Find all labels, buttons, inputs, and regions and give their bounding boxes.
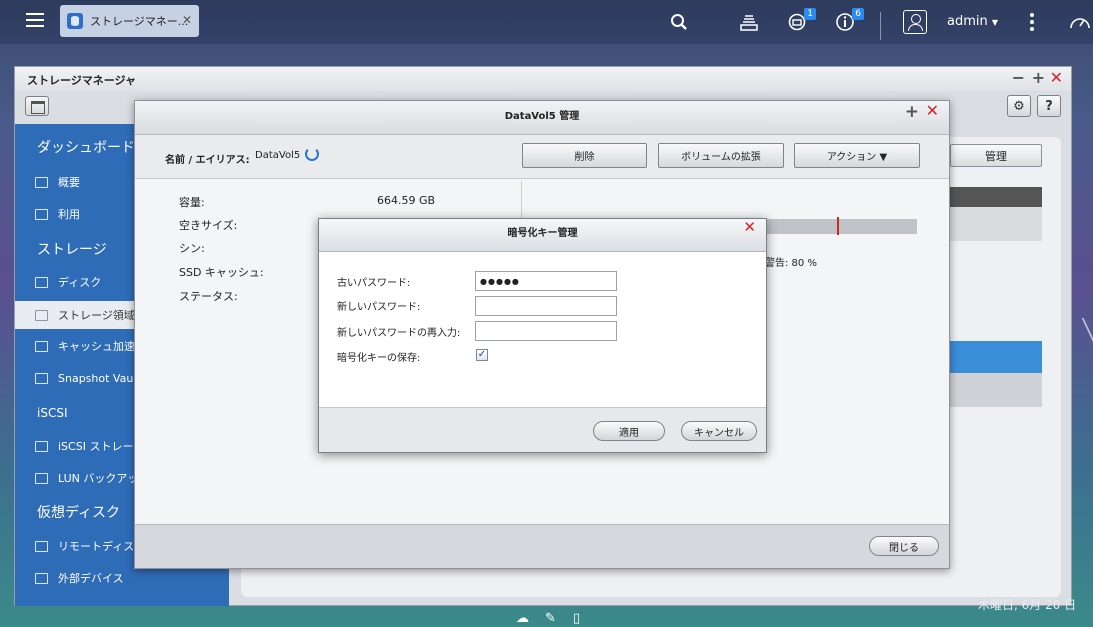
manage-button[interactable]: 管理 bbox=[950, 144, 1042, 167]
thin-label: シン: bbox=[179, 242, 205, 255]
usage-bar bbox=[765, 219, 917, 234]
sidebar-item-label: Snapshot Vault bbox=[58, 371, 141, 385]
dialog-footer: 閉じる bbox=[135, 524, 949, 568]
user-menu[interactable]: admin ▼ bbox=[947, 14, 998, 29]
close-icon[interactable]: ✕ bbox=[182, 13, 192, 27]
capacity-bar-header bbox=[950, 187, 1042, 207]
book-icon[interactable]: ▯ bbox=[573, 611, 580, 626]
external-device-icon bbox=[35, 572, 48, 584]
info-icon[interactable]: 6 bbox=[834, 8, 864, 35]
old-password-value: ●●●●● bbox=[480, 276, 520, 286]
encryption-key-dialog: 暗号化キー管理 ✕ 古いパスワード: ●●●●● 新しいパスワード: 新しいパス… bbox=[318, 218, 767, 453]
storage-manager-icon bbox=[67, 13, 83, 29]
tools-icon[interactable]: ✎ bbox=[545, 611, 556, 626]
new-password-label: 新しいパスワード: bbox=[337, 302, 421, 313]
sidebar-item-label: 利用 bbox=[58, 208, 80, 221]
close-button[interactable]: 閉じる bbox=[869, 536, 939, 556]
maximize-icon[interactable]: + bbox=[905, 102, 919, 122]
dialog-title: DataVol5 管理 bbox=[504, 111, 580, 122]
action-dropdown[interactable]: アクション ▼ bbox=[794, 143, 920, 168]
maximize-icon[interactable]: + bbox=[1032, 68, 1045, 87]
expand-volume-button[interactable]: ボリュームの拡張 bbox=[658, 143, 784, 168]
apply-button[interactable]: 適用 bbox=[593, 421, 665, 441]
sidebar-item-label: リモートディスク bbox=[58, 540, 146, 553]
notification-badge: 1 bbox=[804, 8, 816, 20]
toggle-view-icon[interactable] bbox=[25, 96, 49, 116]
dashboard-gauge-icon[interactable] bbox=[1068, 9, 1092, 35]
chart-icon bbox=[35, 208, 48, 220]
more-options-icon[interactable] bbox=[1030, 13, 1034, 31]
cancel-button[interactable]: キャンセル bbox=[681, 421, 757, 441]
sidebar-item-label: ディスク bbox=[58, 276, 102, 289]
selected-volume-row[interactable] bbox=[950, 341, 1042, 373]
overview-icon bbox=[35, 176, 48, 188]
capacity-label: 容量: bbox=[179, 196, 205, 209]
main-menu-icon[interactable] bbox=[20, 6, 50, 34]
taskbar-divider bbox=[880, 12, 881, 40]
dialog-titlebar: 暗号化キー管理 ✕ bbox=[319, 218, 766, 252]
volume-row[interactable] bbox=[950, 373, 1042, 407]
window-titlebar: ストレージマネージャ − + ✕ bbox=[15, 67, 1071, 91]
help-icon[interactable]: ? bbox=[1037, 95, 1061, 117]
dialog-titlebar: DataVol5 管理 + ✕ bbox=[135, 101, 949, 135]
delete-button[interactable]: 削除 bbox=[522, 143, 647, 168]
save-key-label: 暗号化キーの保存: bbox=[337, 353, 421, 364]
backup-icon bbox=[35, 472, 48, 484]
next-page-icon[interactable] bbox=[1069, 318, 1093, 358]
save-key-checkbox[interactable]: ✓ bbox=[476, 349, 488, 361]
window-title: ストレージマネージャ bbox=[27, 74, 137, 87]
name-alias-label: 名前 / エイリアス: bbox=[165, 155, 250, 166]
storage-space-icon bbox=[35, 309, 48, 321]
taskbar-app-tab[interactable]: ストレージマネー... ✕ bbox=[60, 5, 199, 37]
date-display: 木曜日, 6月 20 日 bbox=[978, 598, 1077, 612]
settings-icon[interactable]: ⚙ bbox=[1007, 95, 1031, 117]
close-icon[interactable]: ✕ bbox=[926, 101, 939, 120]
close-icon[interactable]: ✕ bbox=[743, 218, 756, 236]
capacity-bar-row bbox=[950, 207, 1042, 241]
cloud-icon[interactable]: ☁ bbox=[516, 611, 529, 626]
taskbar: ストレージマネー... ✕ 1 6 admin ▼ bbox=[0, 0, 1093, 44]
sidebar-item-label: iSCSI ストレージ bbox=[58, 440, 145, 453]
sidebar-item-label: 概要 bbox=[58, 176, 80, 189]
sidebar-item-label: キャッシュ加速 bbox=[58, 340, 135, 353]
free-size-label: 空きサイズ: bbox=[179, 219, 238, 232]
snapshot-icon bbox=[35, 372, 48, 384]
user-icon[interactable] bbox=[903, 10, 927, 34]
confirm-password-field[interactable] bbox=[475, 321, 617, 341]
dialog-footer: 適用 キャンセル bbox=[319, 407, 766, 452]
disk-icon bbox=[35, 276, 48, 288]
ssd-cache-label: SSD キャッシュ: bbox=[179, 266, 264, 279]
cache-icon bbox=[35, 340, 48, 352]
new-password-field[interactable] bbox=[475, 296, 617, 316]
dialog-title: 暗号化キー管理 bbox=[507, 228, 578, 239]
capacity-value: 664.59 GB bbox=[377, 194, 436, 207]
close-icon[interactable]: ✕ bbox=[1050, 68, 1063, 87]
refresh-icon[interactable] bbox=[305, 147, 319, 161]
warning-threshold-text: 警告: 80 % bbox=[765, 258, 817, 269]
iscsi-icon bbox=[35, 440, 48, 452]
info-badge: 6 bbox=[852, 8, 864, 20]
minimize-icon[interactable]: − bbox=[1012, 68, 1025, 87]
sidebar-item-label: 外部デバイス bbox=[58, 572, 124, 585]
sidebar-item-label: ストレージ領域 bbox=[58, 309, 135, 322]
search-icon[interactable] bbox=[668, 9, 690, 35]
confirm-password-label: 新しいパスワードの再入力: bbox=[337, 328, 461, 339]
event-notifications-icon[interactable]: 1 bbox=[786, 8, 816, 35]
status-label: ステータス: bbox=[179, 290, 238, 303]
app-tab-label: ストレージマネー... bbox=[90, 15, 189, 28]
warning-threshold-marker bbox=[837, 217, 839, 235]
remote-disk-icon bbox=[35, 540, 48, 552]
user-name: admin bbox=[947, 14, 988, 29]
background-tasks-icon[interactable] bbox=[738, 9, 760, 35]
old-password-label: 古いパスワード: bbox=[337, 278, 411, 289]
volume-header: 名前 / エイリアス: DataVol5 削除 ボリュームの拡張 アクション ▼ bbox=[135, 135, 949, 179]
old-password-field[interactable]: ●●●●● bbox=[475, 271, 617, 291]
volume-name: DataVol5 bbox=[255, 150, 301, 161]
